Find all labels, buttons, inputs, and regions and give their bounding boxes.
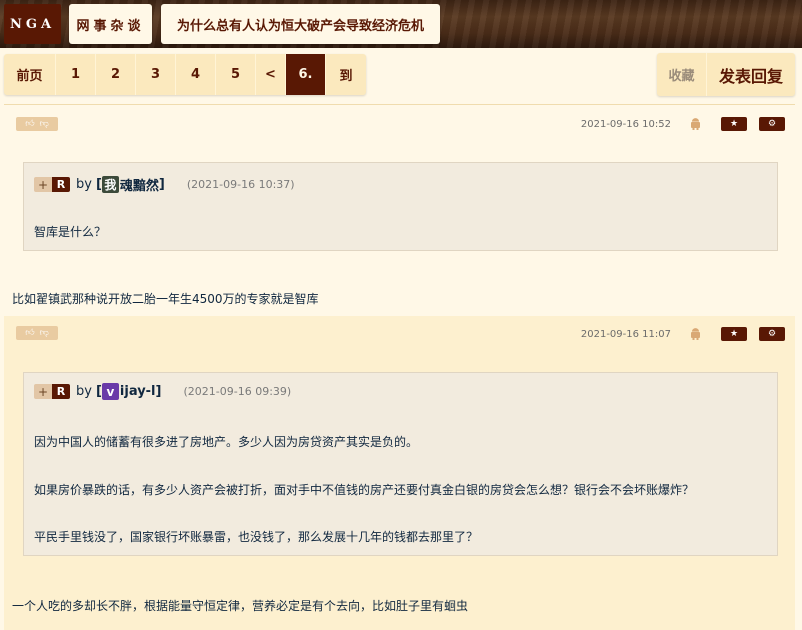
star-icon[interactable]: ★ <box>721 327 747 341</box>
reply-tag[interactable]: R <box>52 177 70 192</box>
post-meta: 2021-09-16 10:52 ★ ⚙ <box>581 117 795 131</box>
site-logo[interactable]: NGA <box>4 4 61 44</box>
quote-text: 智库是什么？ <box>34 225 107 239</box>
quote-date: (2021-09-16 09:39) <box>183 385 292 398</box>
page-5-button[interactable]: 5 <box>216 54 256 95</box>
android-icon <box>689 118 701 130</box>
username-text: 魂黯然 <box>119 179 159 194</box>
post-reply-button[interactable]: 发表回复 <box>707 53 795 96</box>
post-date: 2021-09-16 11:07 <box>580 328 671 340</box>
thumbs-up-icon[interactable]: 👍︎ <box>25 328 34 338</box>
post-body: 一个人吃的多却长不胖，根据能量守恒定律，营养必定是有个去向，比如肚子里有蛔虫 <box>12 599 469 613</box>
quote-block: + R by [ v ijay-l ] (2021-09-16 09:39) 因… <box>23 372 778 556</box>
quote-date: (2021-09-16 10:37) <box>186 178 295 191</box>
site-header: NGA 网事杂谈 为什么总有人认为恒大破产会导致经济危机 <box>0 0 802 48</box>
android-icon <box>689 328 701 340</box>
gear-icon[interactable]: ⚙ <box>759 327 785 341</box>
post: 👍︎ 👎︎ 2021-09-16 11:07 ★ ⚙ + R by [ v ij… <box>4 316 795 630</box>
page-current-button[interactable]: 6. <box>286 54 326 95</box>
quote-header: + R by [ v ijay-l ] (2021-09-16 09:39) <box>34 383 291 400</box>
quote-text: 因为中国人的储蓄有很多进了房地产。多少人因为房贷资产其实是负的。 <box>34 435 419 449</box>
thumbs-up-icon[interactable]: 👍︎ <box>25 119 34 129</box>
page-prev-button[interactable]: 前页 <box>4 54 56 95</box>
page-1-button[interactable]: 1 <box>56 54 96 95</box>
quote-by-label: by <box>76 177 92 192</box>
quote-by-label: by <box>76 384 92 399</box>
quote-text: 平民手里钱没了，国家银行坏账暴雷，也没钱了，那么发展十几年的钱都去那里了？ <box>34 530 479 544</box>
user-avatar-icon: v <box>101 383 119 400</box>
vote-buttons: 👍︎ 👎︎ <box>16 326 58 340</box>
quote-username[interactable]: [ v ijay-l ] <box>96 383 162 400</box>
page-goto-button[interactable]: 到 <box>326 54 366 95</box>
page-back-button[interactable]: < <box>256 54 286 95</box>
quote-header: + R by [ 我 魂黯然 ] (2021-09-16 10:37) <box>34 175 295 194</box>
vote-buttons: 👍︎ 👎︎ <box>16 117 58 131</box>
thread-tools: 收藏 发表回复 <box>657 53 795 96</box>
star-icon[interactable]: ★ <box>721 117 747 131</box>
page-2-button[interactable]: 2 <box>96 54 136 95</box>
page-3-button[interactable]: 3 <box>136 54 176 95</box>
breadcrumb-forum[interactable]: 网事杂谈 <box>69 4 152 44</box>
post-meta: 2021-09-16 11:07 ★ ⚙ <box>581 327 795 341</box>
post-body: 比如翟镇武那种说开放二胎一年生4500万的专家就是智库 <box>12 292 319 306</box>
quote-username[interactable]: [ 我 魂黯然 ] <box>96 175 165 194</box>
quote-text: 如果房价暴跌的话，有多少人资产会被打折，面对手中不值钱的房产还要付真金白银的房贷… <box>34 483 695 497</box>
favorite-button[interactable]: 收藏 <box>657 53 707 96</box>
bracket-close: ] <box>155 384 162 399</box>
gear-icon[interactable]: ⚙ <box>759 117 785 131</box>
pagination: 前页 1 2 3 4 5 < 6. 到 <box>4 54 366 95</box>
thumbs-down-icon[interactable]: 👎︎ <box>40 119 49 129</box>
reply-tag[interactable]: R <box>52 384 70 399</box>
username-text: ijay-l <box>119 384 156 399</box>
page-4-button[interactable]: 4 <box>176 54 216 95</box>
user-avatar-icon: 我 <box>101 176 119 193</box>
plus-button[interactable]: + <box>34 177 52 192</box>
quote-block: + R by [ 我 魂黯然 ] (2021-09-16 10:37) 智库是什… <box>23 162 778 251</box>
bracket-close: ] <box>158 177 165 192</box>
thumbs-down-icon[interactable]: 👎︎ <box>40 328 49 338</box>
post: 👍︎ 👎︎ 2021-09-16 10:52 ★ ⚙ + R by [ 我 魂黯… <box>4 104 795 316</box>
post-date: 2021-09-16 10:52 <box>580 118 671 130</box>
breadcrumb-thread[interactable]: 为什么总有人认为恒大破产会导致经济危机 <box>161 4 440 44</box>
plus-button[interactable]: + <box>34 384 52 399</box>
